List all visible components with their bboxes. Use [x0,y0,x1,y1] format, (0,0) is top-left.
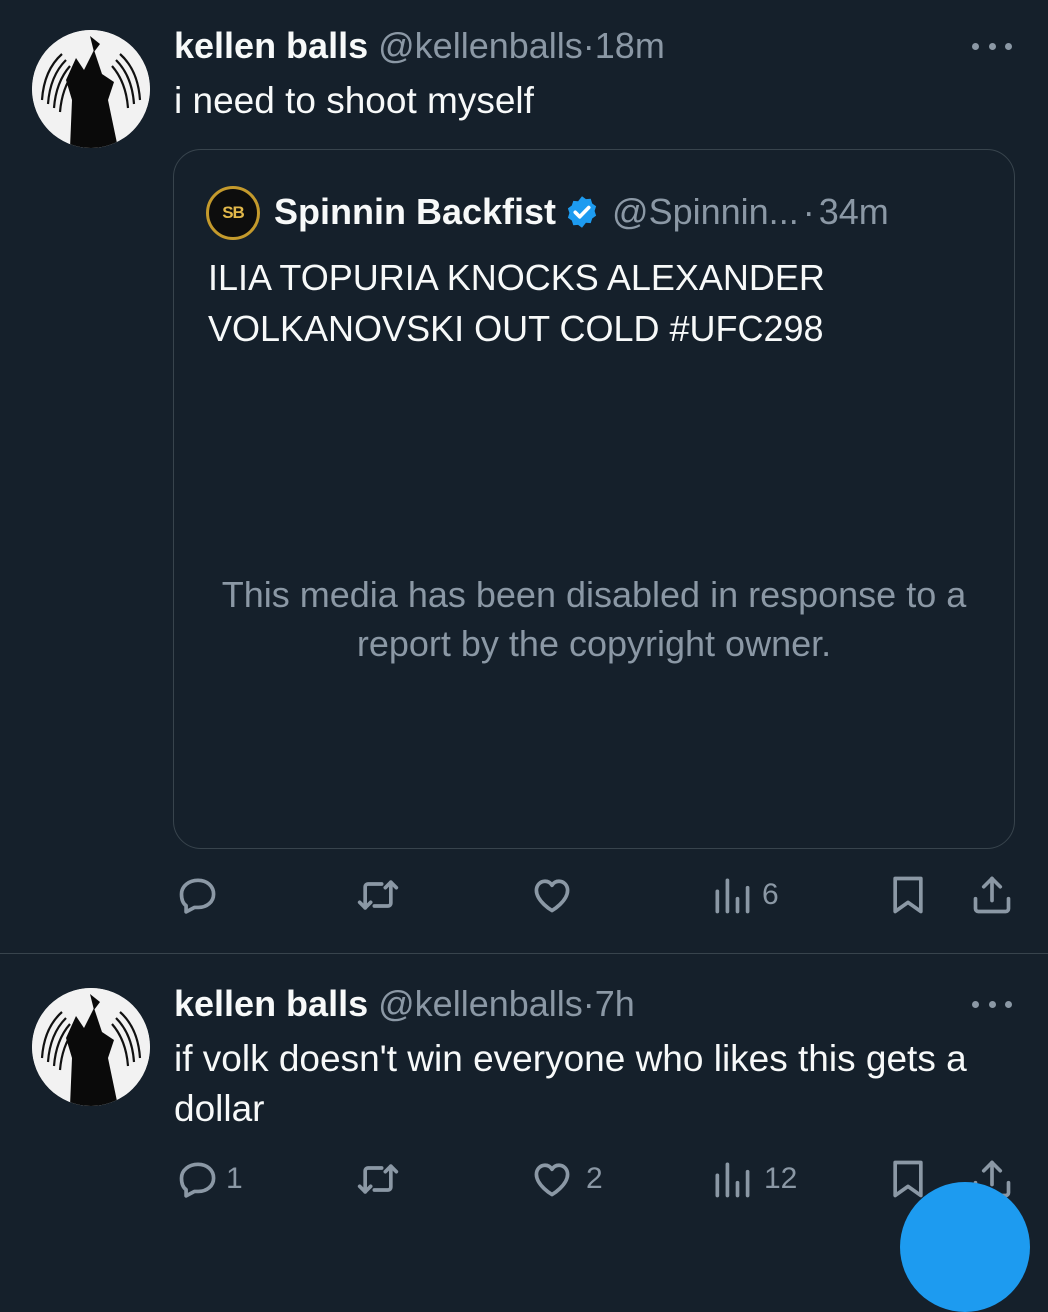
share-icon [973,876,1011,914]
like-icon [534,879,570,913]
avatar[interactable] [32,988,150,1106]
tweet-header: kellen balls @kellenballs·7h [174,984,635,1024]
views-button[interactable]: 6 [710,873,779,917]
quote-header: Spinnin Backfist @Spinnin... · 34m [274,190,889,234]
bookmark-button[interactable] [886,1157,930,1201]
avatar[interactable] [32,30,150,148]
reply-icon [179,878,216,914]
retweet-button[interactable] [356,1157,410,1201]
media-disabled-notice: This media has been disabled in response… [221,574,967,664]
retweet-button[interactable] [356,873,410,917]
views-count: 6 [762,878,779,911]
retweet-icon [357,880,399,910]
separator: · [582,983,595,1024]
like-count: 2 [586,1162,603,1195]
bookmark-icon [893,876,923,914]
separator: · [802,191,815,232]
more-icon[interactable] [972,36,1012,56]
like-button[interactable] [530,873,584,917]
tweet-text: i need to shoot myself [174,80,534,121]
timestamp[interactable]: 18m [595,25,665,66]
views-count: 12 [764,1162,798,1195]
reply-count: 1 [226,1162,243,1195]
bookmark-icon [893,1160,923,1198]
reply-button[interactable]: 1 [176,1157,243,1201]
tweet-text: if volk doesn't win everyone who likes t… [174,1038,967,1129]
more-icon[interactable] [972,994,1012,1014]
reply-icon [179,1162,216,1198]
author-name[interactable]: kellen balls [174,983,368,1024]
timestamp[interactable]: 7h [595,983,635,1024]
tweet[interactable]: kellen balls @kellenballs·7h if volk doe… [0,954,1048,1200]
like-icon [534,1163,570,1197]
tweet-actions: 6 [0,870,1048,920]
separator: · [582,25,595,66]
quote-author-handle[interactable]: @Spinnin... [612,190,799,234]
tweet-header: kellen balls @kellenballs·18m [174,26,665,66]
retweet-icon [357,1164,399,1194]
share-button[interactable] [970,873,1014,917]
quote-avatar[interactable]: SB [206,186,260,240]
quote-text: ILIA TOPURIA KNOCKS ALEXANDER VOLKANOVSK… [208,257,825,349]
author-name[interactable]: kellen balls [174,25,368,66]
like-button[interactable]: 2 [530,1157,603,1201]
bookmark-button[interactable] [886,873,930,917]
reply-button[interactable] [176,873,230,917]
views-button[interactable]: 12 [710,1157,797,1201]
views-icon [715,1162,750,1198]
verified-badge-icon [567,196,597,228]
tweet-actions: 1 2 12 [0,1154,1048,1204]
compose-button[interactable] [900,1182,1030,1312]
author-handle[interactable]: @kellenballs [378,983,583,1024]
quoted-tweet[interactable]: SB Spinnin Backfist @Spinnin... · 34m ILIA… [173,149,1015,849]
author-handle[interactable]: @kellenballs [378,25,583,66]
views-icon [715,878,750,914]
quote-timestamp[interactable]: 34m [819,190,889,234]
tweet[interactable]: kellen balls @kellenballs·18m i need to … [0,0,1048,952]
quote-author-name[interactable]: Spinnin Backfist [274,190,556,234]
